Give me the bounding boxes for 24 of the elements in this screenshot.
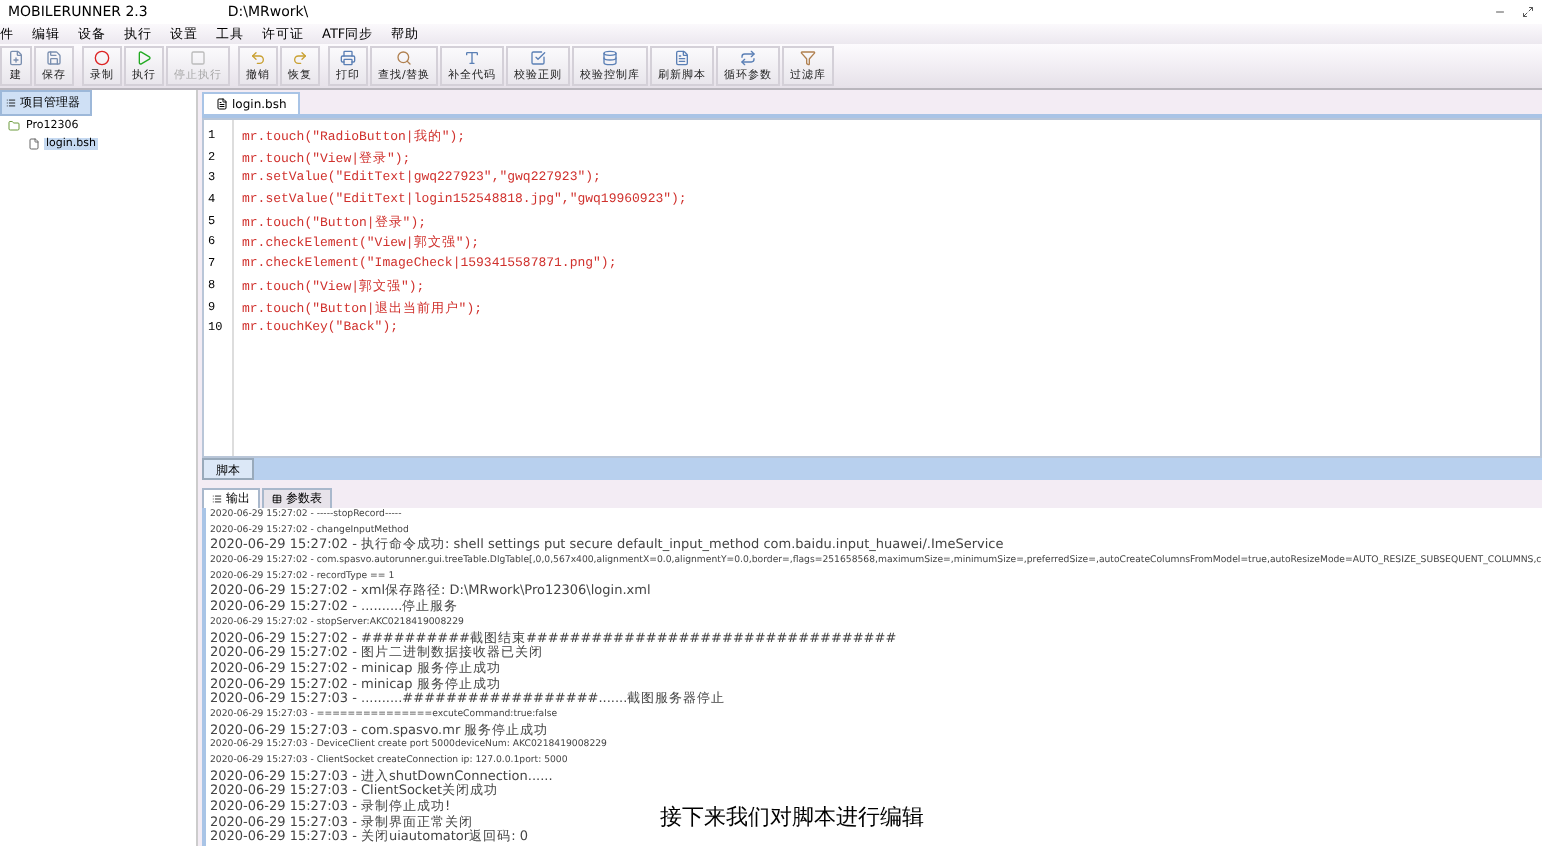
record-icon <box>94 50 110 66</box>
undo-icon <box>250 50 266 66</box>
document-icon <box>673 50 690 66</box>
redo-icon <box>292 50 308 66</box>
file-icon <box>28 138 40 150</box>
list-icon <box>6 98 16 108</box>
stop-icon <box>190 50 206 66</box>
new-file-icon <box>8 50 24 66</box>
list-icon <box>212 494 222 504</box>
database-icon <box>601 50 618 66</box>
document-icon <box>216 98 228 110</box>
repeat-icon <box>739 50 756 66</box>
save-icon <box>46 50 62 66</box>
checkbox-icon <box>529 50 546 66</box>
printer-icon <box>340 50 356 66</box>
search-icon <box>395 50 412 66</box>
folder-icon <box>8 120 20 132</box>
code-editor[interactable] <box>202 118 1542 458</box>
text-icon <box>463 50 480 66</box>
table-icon <box>272 494 282 504</box>
minimize-icon[interactable] <box>1494 6 1506 18</box>
video-caption: 接下来我们对脚本进行编辑 <box>660 802 924 832</box>
play-icon <box>136 50 152 66</box>
filter-icon <box>799 50 816 66</box>
